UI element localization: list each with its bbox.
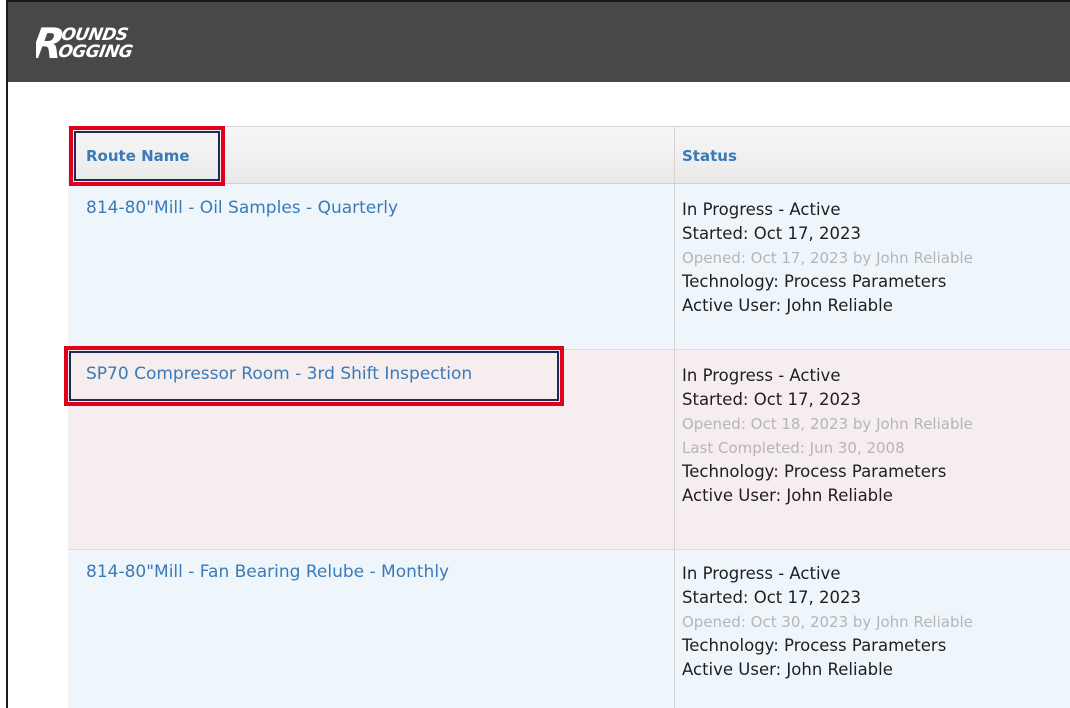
technology-text: Technology: Process Parameters bbox=[682, 636, 947, 655]
route-link[interactable]: 814-80"Mill - Oil Samples - Quarterly bbox=[86, 198, 398, 218]
status-cell: In Progress - Active Started: Oct 17, 20… bbox=[682, 562, 973, 682]
table-row: 814-80"Mill - Oil Samples - Quarterly In… bbox=[68, 184, 1070, 350]
table-row: 814-80"Mill - Fan Bearing Relube - Month… bbox=[68, 550, 1070, 708]
started-text: Started: Oct 17, 2023 bbox=[682, 588, 861, 607]
column-divider bbox=[674, 126, 675, 708]
technology-text: Technology: Process Parameters bbox=[682, 272, 947, 291]
status-column-header[interactable]: Status bbox=[682, 127, 737, 185]
status-text: In Progress - Active bbox=[682, 564, 841, 583]
opened-text: Opened: Oct 17, 2023 by John Reliable bbox=[682, 249, 973, 267]
active-user-text: Active User: John Reliable bbox=[682, 296, 893, 315]
last-completed-text: Last Completed: Jun 30, 2008 bbox=[682, 439, 905, 457]
opened-text: Opened: Oct 18, 2023 by John Reliable bbox=[682, 415, 973, 433]
table-row: SP70 Compressor Room - 3rd Shift Inspect… bbox=[68, 350, 1070, 550]
started-text: Started: Oct 17, 2023 bbox=[682, 224, 861, 243]
status-text: In Progress - Active bbox=[682, 366, 841, 385]
started-text: Started: Oct 17, 2023 bbox=[682, 390, 861, 409]
active-user-text: Active User: John Reliable bbox=[682, 486, 893, 505]
route-name-column-header[interactable]: Route Name bbox=[86, 127, 190, 185]
top-bar: R OUNDS OGGING bbox=[8, 2, 1070, 82]
route-link[interactable]: SP70 Compressor Room - 3rd Shift Inspect… bbox=[86, 364, 472, 384]
table-header: Route Name Status bbox=[68, 126, 1070, 184]
status-text: In Progress - Active bbox=[682, 200, 841, 219]
svg-text:OGGING: OGGING bbox=[57, 42, 135, 62]
rounds-logging-logo[interactable]: R OUNDS OGGING bbox=[36, 20, 176, 66]
technology-text: Technology: Process Parameters bbox=[682, 462, 947, 481]
status-cell: In Progress - Active Started: Oct 17, 20… bbox=[682, 364, 973, 508]
route-link[interactable]: 814-80"Mill - Fan Bearing Relube - Month… bbox=[86, 562, 449, 582]
active-user-text: Active User: John Reliable bbox=[682, 660, 893, 679]
opened-text: Opened: Oct 30, 2023 by John Reliable bbox=[682, 613, 973, 631]
app-frame: R OUNDS OGGING Route Name Status 814-80"… bbox=[6, 0, 1070, 708]
status-cell: In Progress - Active Started: Oct 17, 20… bbox=[682, 198, 973, 318]
